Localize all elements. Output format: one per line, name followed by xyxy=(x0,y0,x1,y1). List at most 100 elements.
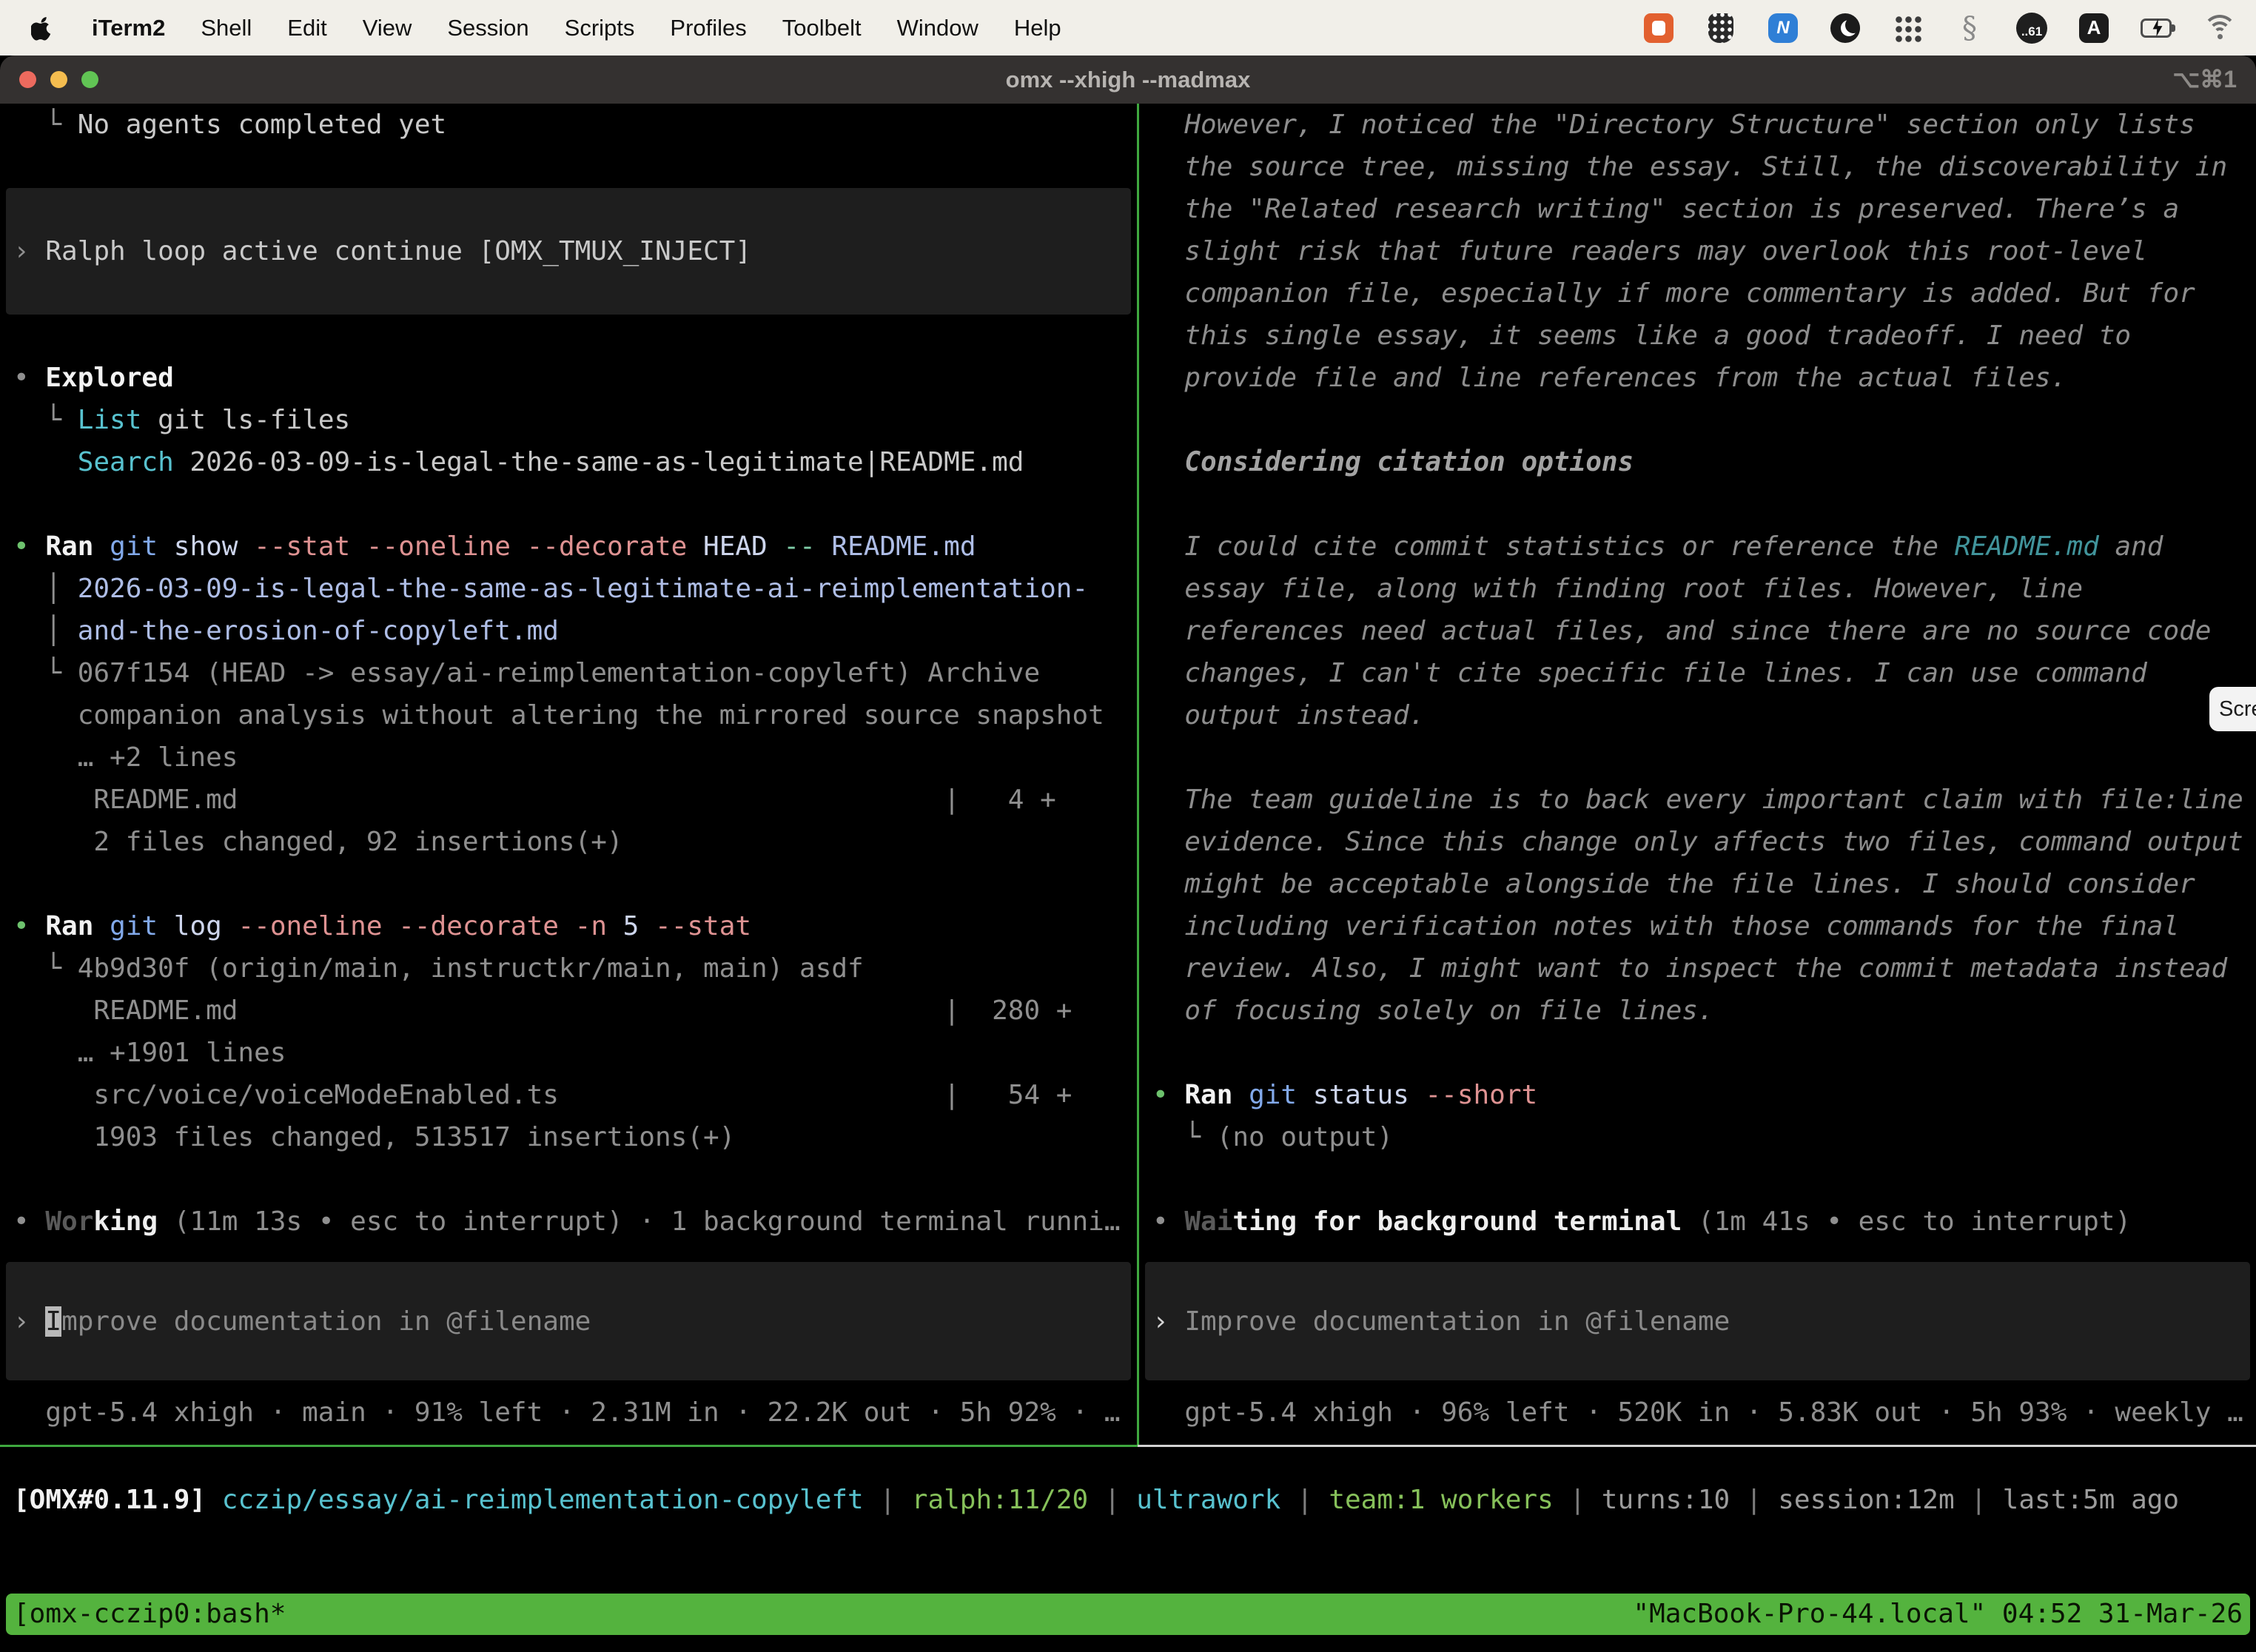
text-run: | xyxy=(1088,1485,1136,1515)
text-run: turns:10 xyxy=(1602,1485,1730,1515)
text-run: essay file, along with finding root file… xyxy=(1152,574,2083,604)
text-run: | xyxy=(1554,1485,1602,1515)
text-run: might be acceptable alongside the file l… xyxy=(1152,869,2195,899)
terminal-line: └ 4b9d30f (origin/main, instructkr/main,… xyxy=(0,947,1137,990)
text-run: • xyxy=(13,1206,45,1237)
text-run: output instead. xyxy=(1152,700,1425,731)
blank-line xyxy=(1139,1158,2256,1201)
menu-item-view[interactable]: View xyxy=(363,15,412,41)
right-prompt-input[interactable]: › Improve documentation in @filename xyxy=(1145,1262,2250,1380)
text-run: └ 067f154 (HEAD -> essay/ai-reimplementa… xyxy=(13,658,1040,688)
text-run: the source tree, missing the essay. Stil… xyxy=(1152,152,2227,182)
tmux-host-clock: "MacBook-Pro-44.local" 04:52 31-Mar-26 xyxy=(1633,1594,2243,1635)
terminal-line: The team guideline is to back every impo… xyxy=(1139,779,2256,821)
text-run: List xyxy=(78,405,142,435)
text-run: • xyxy=(1152,1206,1184,1237)
tmux-session-label: [omx-cczip0:bash* xyxy=(13,1594,286,1635)
terminal-line: • Ran git show --stat --oneline --decora… xyxy=(0,526,1137,568)
pane-divider-horizontal-left xyxy=(0,1445,1138,1447)
dots-grid-icon[interactable] xyxy=(1892,13,1923,44)
text-run: --oneline xyxy=(366,531,527,562)
menu-item-edit[interactable]: Edit xyxy=(287,15,326,41)
battery-status-icon[interactable] xyxy=(2141,13,2172,44)
text-run: └ 4b9d30f (origin/main, instructkr/main,… xyxy=(13,953,864,984)
pane-divider-horizontal-right xyxy=(1138,1445,2256,1447)
menu-item-scripts[interactable]: Scripts xyxy=(565,15,635,41)
text-run: evidence. Since this change only affects… xyxy=(1152,827,2243,857)
text-run: Ran xyxy=(1184,1080,1249,1110)
terminal-line: • Ran git status --short xyxy=(1139,1074,2256,1116)
terminal-line: … +1901 lines xyxy=(0,1032,1137,1074)
menu-item-profiles[interactable]: Profiles xyxy=(670,15,746,41)
text-run: the "Related research writing" section i… xyxy=(1152,194,2179,224)
text-run: src/voice/voiceModeEnabled.ts | 54 + xyxy=(13,1080,1072,1110)
terminal-line: └ (no output) xyxy=(1139,1116,2256,1158)
text-run: └ (no output) xyxy=(1152,1122,1393,1152)
wifi-status-icon[interactable] xyxy=(2203,13,2234,44)
crescent-icon xyxy=(1830,13,1860,43)
counter-badge-icon[interactable]: ..61 xyxy=(2016,13,2047,44)
terminal-line: essay file, along with finding root file… xyxy=(1139,568,2256,610)
terminal-pane-left[interactable]: └ No agents completed yet› Ralph loop ac… xyxy=(0,104,1137,1447)
text-run: Ran xyxy=(45,911,110,941)
text-run: | xyxy=(1955,1485,2003,1515)
menu-item-iterm2[interactable]: iTerm2 xyxy=(92,15,165,41)
terminal-line: • Explored xyxy=(0,357,1137,399)
terminal-line: Considering citation options xyxy=(1139,441,2256,483)
text-run: companion file, especially if more comme… xyxy=(1152,278,2195,309)
menu-item-shell[interactable]: Shell xyxy=(201,15,252,41)
text-run: (11m 13s • esc to interrupt) · 1 backgro… xyxy=(158,1206,1120,1237)
chat-app-icon[interactable] xyxy=(1643,13,1674,44)
screen-popup-button[interactable]: Scre xyxy=(2209,687,2256,731)
right-pane-output: However, I noticed the "Directory Struct… xyxy=(1139,104,2256,1243)
terminal-line: companion analysis without altering the … xyxy=(0,694,1137,736)
terminal-line: 2 files changed, 92 insertions(+) xyxy=(0,821,1137,863)
text-run: 1903 files changed, 513517 insertions(+) xyxy=(13,1122,735,1152)
blank-line xyxy=(1139,483,2256,526)
prompt-placeholder: Improve documentation in @filename xyxy=(1184,1306,1730,1337)
text-run: cczip/essay/ai-reimplementation-copyleft xyxy=(222,1485,864,1515)
blank-line xyxy=(0,863,1137,905)
left-pane-output: └ No agents completed yet› Ralph loop ac… xyxy=(0,104,1137,1243)
text-run: session:12m xyxy=(1778,1485,1954,1515)
apple-menu-icon[interactable] xyxy=(31,13,56,43)
text-run: └ xyxy=(13,110,78,140)
menu-item-toolbelt[interactable]: Toolbelt xyxy=(782,15,862,41)
text-run: status xyxy=(1313,1080,1426,1110)
text-run: Explored xyxy=(45,363,173,393)
terminal-line: Search 2026-03-09-is-legal-the-same-as-l… xyxy=(0,441,1137,483)
text-run: team:1 workers xyxy=(1329,1485,1553,1515)
squiggle-app-icon[interactable]: § xyxy=(1954,13,1985,44)
battery-icon xyxy=(2141,19,2172,38)
chat-icon xyxy=(1644,13,1673,43)
blank-line xyxy=(1139,736,2256,779)
left-prompt-input[interactable]: › Improve documentation in @filename xyxy=(6,1262,1131,1380)
menu-bar: iTerm2 Shell Edit View Session Scripts Profile… xyxy=(0,0,2256,56)
menu-item-window[interactable]: Window xyxy=(897,15,978,41)
text-run: --decorate xyxy=(527,531,703,562)
text-run: [OMX#0.11.9] xyxy=(13,1485,206,1515)
text-run: references need actual files, and since … xyxy=(1152,616,2211,646)
letter-a-app-icon[interactable]: A xyxy=(2078,13,2109,44)
text-run: companion analysis without altering the … xyxy=(13,700,1104,731)
blue-badge-icon[interactable]: N xyxy=(1767,13,1799,44)
text-run: ralph:11/20 xyxy=(912,1485,1088,1515)
terminal-line: src/voice/voiceModeEnabled.ts | 54 + xyxy=(0,1074,1137,1116)
blank-line xyxy=(1139,1032,2256,1074)
text-run: • xyxy=(13,911,45,941)
prompt-placeholder: mprove documentation in @filename xyxy=(61,1306,591,1337)
menubar-status-area: N § ..61 A xyxy=(1643,13,2234,44)
crescent-app-icon[interactable] xyxy=(1830,13,1861,44)
terminal-line: • Working (11m 13s • esc to interrupt) ·… xyxy=(0,1201,1137,1243)
terminal-line: review. Also, I might want to inspect th… xyxy=(1139,947,2256,990)
menu-item-help[interactable]: Help xyxy=(1014,15,1061,41)
text-run: --short xyxy=(1425,1080,1537,1110)
terminal-line: might be acceptable alongside the file l… xyxy=(1139,863,2256,905)
terminal-pane-right[interactable]: However, I noticed the "Directory Struct… xyxy=(1139,104,2256,1447)
pane-divider-vertical[interactable] xyxy=(1137,104,1139,1447)
shield-grid-icon[interactable] xyxy=(1705,13,1736,44)
menu-item-session[interactable]: Session xyxy=(447,15,528,41)
window-title-bar: omx --xhigh --madmax ⌥⌘1 xyxy=(0,56,2256,104)
text-run: git ls-files xyxy=(141,405,350,435)
text-run: Wor xyxy=(45,1206,93,1237)
